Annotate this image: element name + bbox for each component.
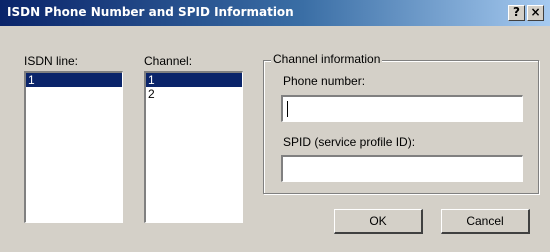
phone-number-label: Phone number:: [283, 74, 366, 88]
channel-label: Channel:: [144, 54, 193, 68]
spid-label: SPID (service profile ID):: [283, 135, 416, 149]
cancel-button[interactable]: Cancel: [441, 209, 530, 234]
spid-field[interactable]: [281, 155, 523, 182]
isdn-line-item[interactable]: 1: [26, 73, 122, 87]
ok-button[interactable]: OK: [334, 209, 423, 234]
title-bar[interactable]: ISDN Phone Number and SPID Information ?…: [0, 0, 550, 26]
close-button[interactable]: ×: [527, 5, 544, 21]
channel-info-title: Channel information: [271, 52, 383, 66]
isdn-line-listbox[interactable]: 1: [24, 71, 123, 223]
phone-number-field[interactable]: [281, 95, 523, 122]
text-caret: [287, 101, 288, 117]
isdn-line-label: ISDN line:: [24, 54, 79, 68]
channel-listbox[interactable]: 1 2: [144, 71, 243, 223]
channel-item[interactable]: 1: [146, 73, 242, 87]
window-title: ISDN Phone Number and SPID Information: [7, 5, 294, 19]
help-button[interactable]: ?: [508, 5, 525, 21]
channel-item[interactable]: 2: [146, 87, 242, 101]
isdn-dialog: ISDN Phone Number and SPID Information ?…: [0, 0, 550, 252]
